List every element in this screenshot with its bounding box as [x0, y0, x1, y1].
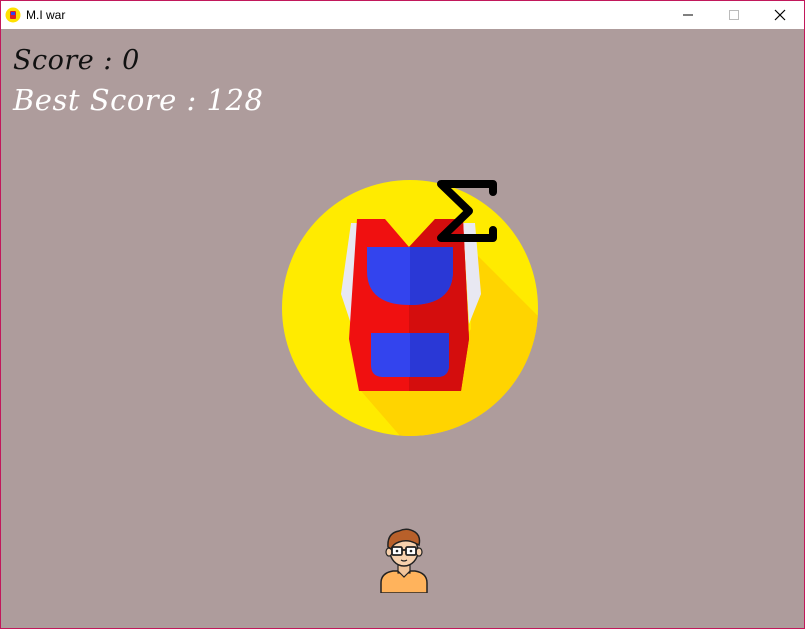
game-app-icon [5, 7, 21, 23]
backpack-icon [282, 180, 538, 436]
close-icon [774, 9, 786, 21]
minimize-icon [683, 14, 693, 16]
game-canvas[interactable]: Score : 0 Best Score : 128 [1, 29, 804, 628]
sigma-enemy [437, 180, 497, 242]
maximize-button[interactable] [711, 1, 757, 29]
best-score-display: Best Score : 128 [13, 83, 263, 117]
best-score-separator: : [186, 83, 197, 117]
score-label: Score [13, 45, 95, 76]
score-display: Score : 0 [13, 45, 140, 76]
score-separator: : [103, 45, 113, 76]
best-score-value: 128 [206, 83, 264, 117]
minimize-button[interactable] [665, 1, 711, 29]
nerd-boy-avatar[interactable] [377, 527, 431, 593]
title-bar[interactable]: M.I war [1, 1, 804, 29]
window-title: M.I war [26, 8, 66, 22]
game-window: M.I war Score : 0 Best Score : 128 [0, 0, 805, 629]
score-value: 0 [122, 45, 140, 76]
close-button[interactable] [757, 1, 803, 29]
best-score-label: Best Score [13, 83, 177, 117]
maximize-icon [729, 10, 739, 20]
